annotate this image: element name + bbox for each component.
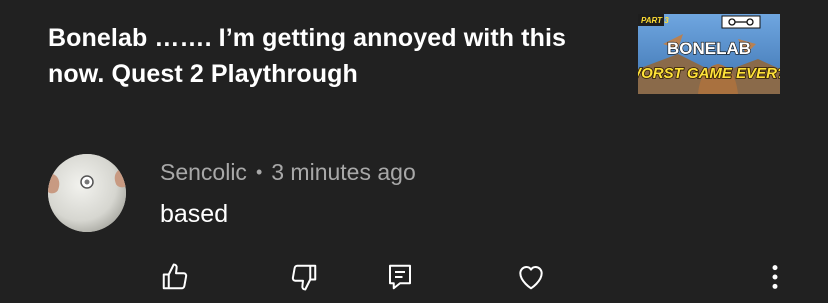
video-header: Bonelab ……. I’m getting annoyed with thi… [0,0,828,110]
heart-button[interactable] [514,260,548,294]
comment-text: based [160,200,229,228]
avatar-image [48,154,126,232]
comment-meta: Sencolic • 3 minutes ago [160,158,416,186]
comment-item: Sencolic • 3 minutes ago based [0,150,828,303]
reply-icon [389,264,411,290]
thumbs-down-icon [291,264,317,291]
reply-button[interactable] [383,260,417,294]
comment-author[interactable]: Sencolic [160,159,247,186]
heart-icon [519,266,543,290]
video-thumbnail[interactable]: PART 3 BONELAB WORST GAME EVER?! [638,14,780,94]
thumbnail-part-label: PART 3 [641,16,669,25]
meta-separator: • [255,161,263,182]
more-vertical-icon [772,265,778,289]
avatar[interactable] [48,154,126,232]
more-options-button[interactable] [758,260,792,294]
dislike-button[interactable] [287,260,321,294]
thumbnail-image: PART 3 BONELAB WORST GAME EVER?! [638,14,780,94]
comment-timestamp: 3 minutes ago [271,158,416,185]
thumbs-up-icon [162,263,188,290]
thumbnail-logo-text: BONELAB [667,39,751,58]
like-button[interactable] [158,260,192,294]
thumbnail-tagline: WORST GAME EVER?! [638,65,780,82]
video-title[interactable]: Bonelab ……. I’m getting annoyed with thi… [48,20,608,92]
